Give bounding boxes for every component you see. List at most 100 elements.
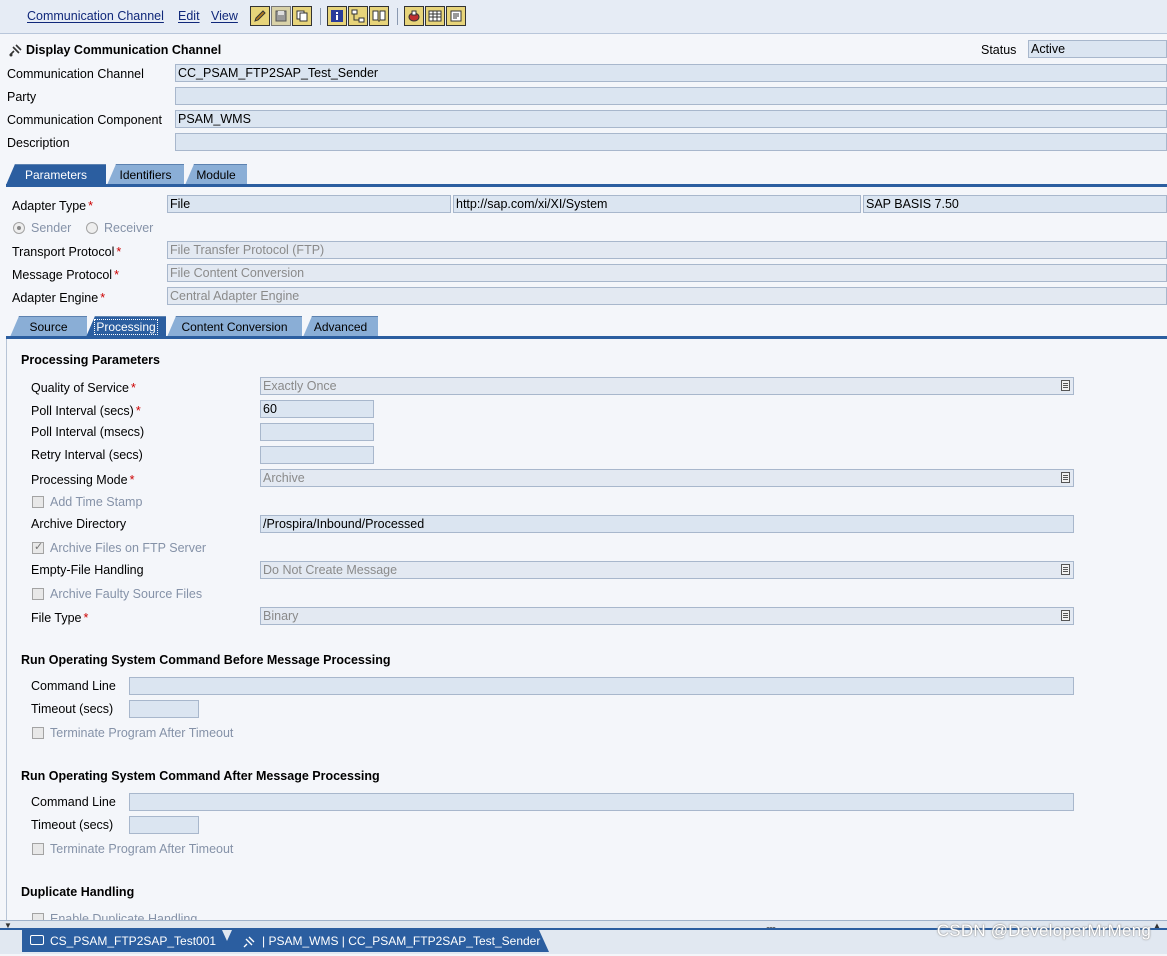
where-used-icon[interactable]	[348, 6, 368, 26]
qos-select[interactable]: Exactly Once	[260, 377, 1074, 395]
toolbar-separator	[397, 8, 398, 25]
archive-dir-field[interactable]: /Prospira/Inbound/Processed	[260, 515, 1074, 533]
menu-view[interactable]: View	[211, 9, 238, 23]
poll-msecs-field[interactable]	[260, 423, 374, 441]
archive-dir-label: Archive Directory	[31, 517, 127, 531]
description-field[interactable]	[175, 133, 1167, 151]
copy-icon[interactable]	[292, 6, 312, 26]
statusbar-tab-object[interactable]: CS_PSAM_FTP2SAP_Test001	[22, 930, 232, 952]
file-type-label: File Type *	[31, 611, 89, 625]
cmd-after-timeout-label: Timeout (secs)	[31, 818, 114, 832]
tab-content-conversion[interactable]: Content Conversion	[167, 316, 302, 337]
save-icon[interactable]	[271, 6, 291, 26]
adapter-engine-field[interactable]: Central Adapter Engine	[167, 287, 1167, 305]
cmd-before-field[interactable]	[129, 677, 1074, 695]
dropdown-icon[interactable]	[1061, 380, 1070, 391]
menu-communication-channel[interactable]: Communication Channel	[27, 9, 164, 23]
dropdown-icon[interactable]	[1061, 472, 1070, 483]
message-protocol-label: Message Protocol *	[12, 268, 119, 282]
transport-protocol-field[interactable]: File Transfer Protocol (FTP)	[167, 241, 1167, 259]
archive-faulty-checkbox[interactable]	[32, 588, 44, 600]
cmd-after-timeout-field[interactable]	[129, 816, 199, 834]
tab-advanced[interactable]: Advanced	[303, 316, 378, 337]
poll-secs-label: Poll Interval (secs) *	[31, 404, 141, 418]
processing-section-title: Processing Parameters	[21, 353, 160, 367]
tab-processing[interactable]: Processing	[86, 316, 166, 337]
retry-label: Retry Interval (secs)	[31, 448, 143, 462]
processing-mode-select[interactable]: Archive	[260, 469, 1074, 487]
status-label: Status	[981, 43, 1017, 57]
shortcut-icon[interactable]	[404, 6, 424, 26]
party-label: Party	[7, 90, 37, 104]
subtab-bar-line	[6, 336, 1167, 339]
retry-field[interactable]	[260, 446, 374, 464]
tab-source[interactable]: Source	[10, 316, 87, 337]
tab-module[interactable]: Module	[185, 164, 247, 185]
table-icon[interactable]	[425, 6, 445, 26]
component-label: Communication Component	[7, 113, 162, 127]
adapter-swcv-field: SAP BASIS 7.50	[863, 195, 1167, 213]
processing-mode-label: Processing Mode *	[31, 473, 135, 487]
info-icon[interactable]	[327, 6, 347, 26]
cmd-before-timeout-label: Timeout (secs)	[31, 702, 114, 716]
empty-file-select[interactable]: Do Not Create Message	[260, 561, 1074, 579]
timestamp-checkbox[interactable]	[32, 496, 44, 508]
toolbar-separator	[320, 8, 321, 25]
qos-label: Quality of Service *	[31, 381, 136, 395]
watermark-text: CSDN @DeveloperMrMeng	[936, 921, 1151, 940]
receiver-radio[interactable]	[86, 222, 98, 234]
tab-parameters[interactable]: Parameters	[6, 164, 106, 185]
adapter-engine-label: Adapter Engine *	[12, 291, 106, 305]
statusbar-tab-channel[interactable]: | PSAM_WMS | CC_PSAM_FTP2SAP_Test_Sender	[222, 930, 549, 952]
statusbar-tab2-label: | PSAM_WMS | CC_PSAM_FTP2SAP_Test_Sender	[262, 934, 541, 948]
toolbar-info-group	[327, 6, 389, 27]
cmd-before-terminate-checkbox[interactable]	[32, 727, 44, 739]
status-field: Active	[1028, 40, 1167, 58]
edit-pencil-icon[interactable]	[250, 6, 270, 26]
tab-bar-line	[6, 184, 1167, 187]
adapter-namespace-field: http://sap.com/xi/XI/System	[453, 195, 861, 213]
message-protocol-field[interactable]: File Content Conversion	[167, 264, 1167, 282]
poll-secs-field[interactable]: 60	[260, 400, 374, 418]
archive-faulty-label: Archive Faulty Source Files	[50, 587, 203, 601]
cmd-after-title: Run Operating System Command After Messa…	[21, 769, 380, 783]
component-field[interactable]: PSAM_WMS	[175, 110, 1167, 128]
toolbar-edit-group	[250, 6, 312, 27]
cmd-after-terminate-checkbox[interactable]	[32, 843, 44, 855]
archive-ftp-checkbox[interactable]	[32, 540, 44, 554]
sender-label: Sender	[31, 221, 72, 235]
menu-edit[interactable]: Edit	[178, 9, 200, 23]
history-icon[interactable]	[446, 6, 466, 26]
channel-small-icon	[242, 934, 256, 956]
dropdown-icon[interactable]	[1061, 610, 1070, 621]
cmd-before-label: Command Line	[31, 679, 116, 693]
party-field[interactable]	[175, 87, 1167, 105]
cmd-before-terminate-label: Terminate Program After Timeout	[50, 726, 234, 740]
statusbar-tab1-label: CS_PSAM_FTP2SAP_Test001	[50, 934, 217, 948]
cmd-before-timeout-field[interactable]	[129, 700, 199, 718]
compare-icon[interactable]	[369, 6, 389, 26]
archive-ftp-label: Archive Files on FTP Server	[50, 541, 207, 555]
toolbar-extra-group	[404, 6, 466, 27]
cmd-after-label: Command Line	[31, 795, 116, 809]
tab-identifiers[interactable]: Identifiers	[107, 164, 184, 185]
poll-msecs-label: Poll Interval (msecs)	[31, 425, 145, 439]
sender-radio[interactable]	[13, 222, 25, 234]
adapter-type-label: Adapter Type *	[12, 199, 94, 213]
adapter-type-field[interactable]: File	[167, 195, 451, 213]
cmd-after-terminate-label: Terminate Program After Timeout	[50, 842, 234, 856]
duplicate-title: Duplicate Handling	[21, 885, 135, 899]
page-title: Display Communication Channel	[26, 43, 222, 57]
cmd-after-field[interactable]	[129, 793, 1074, 811]
file-type-select[interactable]: Binary	[260, 607, 1074, 625]
dropdown-icon[interactable]	[1061, 564, 1070, 575]
menu-bar: Communication Channel Edit View	[0, 0, 1167, 34]
description-label: Description	[7, 136, 70, 150]
timestamp-label: Add Time Stamp	[50, 495, 143, 509]
receiver-label: Receiver	[104, 221, 154, 235]
channel-icon	[8, 42, 24, 61]
channel-field[interactable]: CC_PSAM_FTP2SAP_Test_Sender	[175, 64, 1167, 82]
object-icon	[30, 935, 44, 945]
transport-protocol-label: Transport Protocol *	[12, 245, 122, 259]
panel-border	[6, 339, 7, 921]
